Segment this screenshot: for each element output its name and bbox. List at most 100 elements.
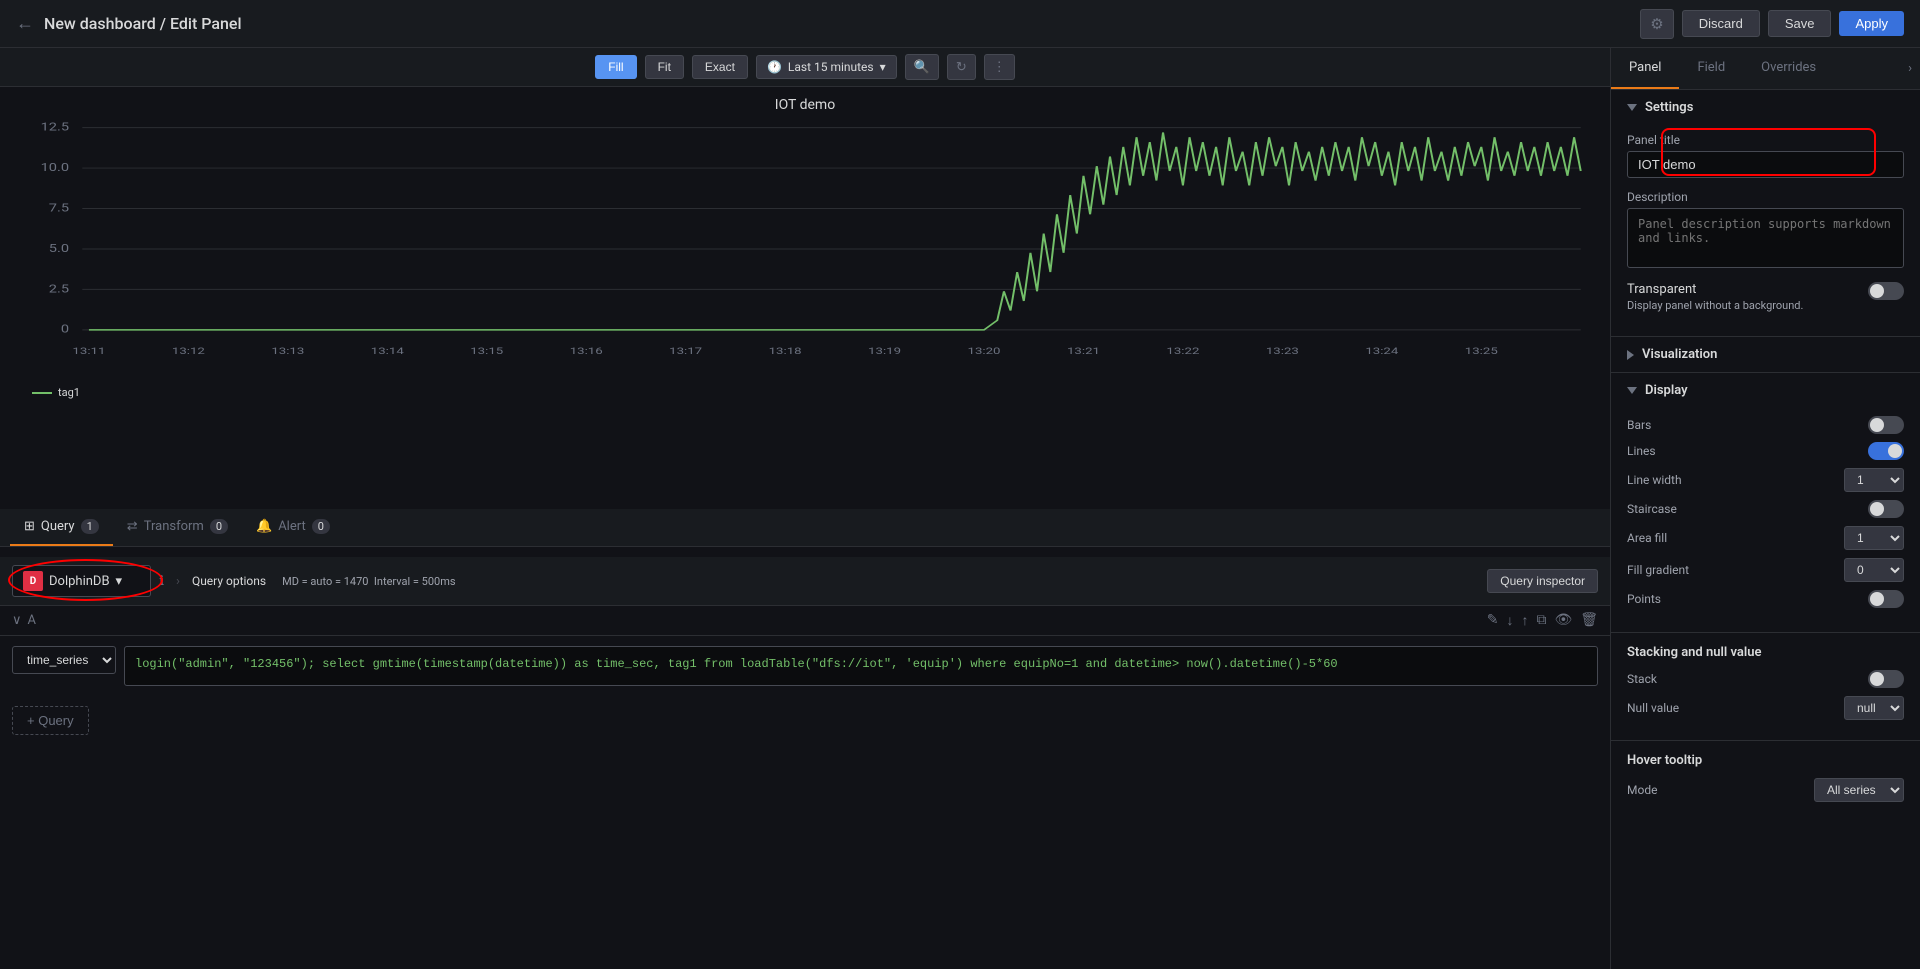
svg-text:13:21: 13:21 [1067,345,1100,357]
chart-svg: 12.5 10.0 7.5 5.0 2.5 0 13:11 13:12 13:1… [16,118,1594,378]
svg-text:2.5: 2.5 [49,283,69,295]
query-a-header: ∨ A ✎ ↓ ↑ ⧉ 👁 🗑 [0,606,1610,636]
top-bar-right: ⚙ Discard Save Apply [1640,9,1904,39]
stack-label: Stack [1627,672,1868,686]
transparent-title: Transparent [1627,282,1868,297]
datasource-row: D DolphinDB ▾ ℹ › Query options MD = aut… [0,557,1610,606]
back-button[interactable]: ← [16,13,34,34]
line-width-label: Line width [1627,473,1844,487]
bars-toggle[interactable] [1868,416,1904,434]
display-title: Display [1645,383,1688,398]
left-panel: Fill Fit Exact 🕐 Last 15 minutes ▾ 🔍 ↻ ⋮… [0,48,1610,969]
zoom-button[interactable]: 🔍 [905,54,939,80]
line-width-select[interactable]: 1 [1844,468,1904,492]
stacking-title: Stacking and null value [1627,645,1904,660]
svg-text:13:22: 13:22 [1166,345,1200,357]
tab-transform[interactable]: ⇄ Transform 0 [113,509,242,546]
svg-text:0: 0 [61,324,69,336]
svg-text:13:12: 13:12 [172,345,206,357]
top-bar: ← New dashboard / Edit Panel ⚙ Discard S… [0,0,1920,48]
description-textarea[interactable] [1627,208,1904,268]
tab-field[interactable]: Field [1679,48,1743,89]
datasource-name: DolphinDB [49,574,110,589]
right-panel-toggle[interactable]: › [1900,48,1920,89]
chevron-down-icon: ▾ [880,60,886,74]
copy-icon[interactable]: ⧉ [1536,612,1546,629]
info-button[interactable]: ℹ [159,573,164,589]
svg-text:12.5: 12.5 [41,121,69,133]
area-fill-select[interactable]: 1 [1844,526,1904,550]
bars-row: Bars [1627,416,1904,434]
panel-tabs: Panel Field Overrides › [1611,48,1920,90]
tab-query[interactable]: ⊞ Query 1 [10,509,113,546]
lines-toggle[interactable] [1868,442,1904,460]
time-picker[interactable]: 🕐 Last 15 minutes ▾ [756,55,897,79]
settings-button[interactable]: ⚙ [1640,9,1673,39]
query-editor: D DolphinDB ▾ ℹ › Query options MD = aut… [0,547,1610,969]
discard-button[interactable]: Discard [1682,10,1760,37]
svg-text:13:24: 13:24 [1365,345,1399,357]
svg-text:13:20: 13:20 [968,345,1001,357]
display-content: Bars Lines Line width [1611,408,1920,632]
svg-text:13:14: 13:14 [371,345,405,357]
svg-text:13:11: 13:11 [72,345,105,357]
fill-gradient-control: 0 [1844,558,1904,582]
fill-button[interactable]: Fill [595,55,636,79]
settings-header[interactable]: Settings [1611,90,1920,125]
transform-tab-label: Transform [144,519,204,534]
alert-icon: 🔔 [256,519,272,534]
area-fill-control: 1 [1844,526,1904,550]
svg-text:7.5: 7.5 [49,202,69,214]
fill-gradient-label: Fill gradient [1627,563,1844,577]
query-options-label[interactable]: Query options [192,574,266,588]
visualization-header[interactable]: Visualization [1611,337,1920,372]
top-bar-left: ← New dashboard / Edit Panel [16,13,242,34]
svg-text:5.0: 5.0 [49,243,69,255]
hide-icon[interactable]: 👁 [1554,612,1572,629]
sql-input[interactable]: login("admin", "123456"); select gmtime(… [124,646,1598,686]
mode-select[interactable]: All series [1814,778,1904,802]
staircase-toggle[interactable] [1868,500,1904,518]
clock-icon: 🕐 [767,60,782,74]
query-tabs: ⊞ Query 1 ⇄ Transform 0 🔔 Alert 0 [0,509,1610,547]
svg-text:13:25: 13:25 [1465,345,1499,357]
line-width-row: Line width 1 [1627,468,1904,492]
move-up-icon[interactable]: ↑ [1521,612,1528,629]
panel-title-input[interactable] [1627,151,1904,178]
transparent-toggle[interactable] [1868,282,1904,300]
stacking-section: Stacking and null value Stack Null value… [1611,633,1920,741]
move-down-icon[interactable]: ↓ [1506,612,1513,629]
svg-text:13:15: 13:15 [470,345,504,357]
add-query-button[interactable]: + Query [12,706,89,735]
type-select[interactable]: time_series [12,646,116,674]
save-button[interactable]: Save [1768,10,1832,37]
points-toggle[interactable] [1868,590,1904,608]
null-value-row: Null value null [1627,696,1904,720]
null-value-select[interactable]: null [1844,696,1904,720]
svg-text:13:16: 13:16 [570,345,603,357]
svg-text:13:23: 13:23 [1266,345,1299,357]
null-value-label: Null value [1627,701,1844,715]
fill-gradient-select[interactable]: 0 [1844,558,1904,582]
query-inspector-button[interactable]: Query inspector [1487,569,1598,593]
more-button[interactable]: ⋮ [984,54,1015,80]
staircase-row: Staircase [1627,500,1904,518]
svg-text:10.0: 10.0 [41,162,69,174]
edit-icon[interactable]: ✎ [1487,612,1499,629]
apply-button[interactable]: Apply [1839,11,1904,36]
exact-button[interactable]: Exact [692,55,748,79]
description-label: Description [1627,190,1904,204]
stack-toggle[interactable] [1868,670,1904,688]
display-header[interactable]: Display [1611,373,1920,408]
datasource-select[interactable]: D DolphinDB ▾ [12,565,151,597]
svg-text:13:19: 13:19 [868,345,901,357]
fit-button[interactable]: Fit [645,55,684,79]
delete-icon[interactable]: 🗑 [1580,612,1598,629]
refresh-button[interactable]: ↻ [947,54,976,80]
db-icon: ⊞ [24,519,35,534]
svg-text:13:13: 13:13 [271,345,304,357]
transform-badge: 0 [210,519,228,534]
tab-overrides[interactable]: Overrides [1743,48,1834,89]
tab-alert[interactable]: 🔔 Alert 0 [242,509,344,546]
tab-panel[interactable]: Panel [1611,48,1679,89]
